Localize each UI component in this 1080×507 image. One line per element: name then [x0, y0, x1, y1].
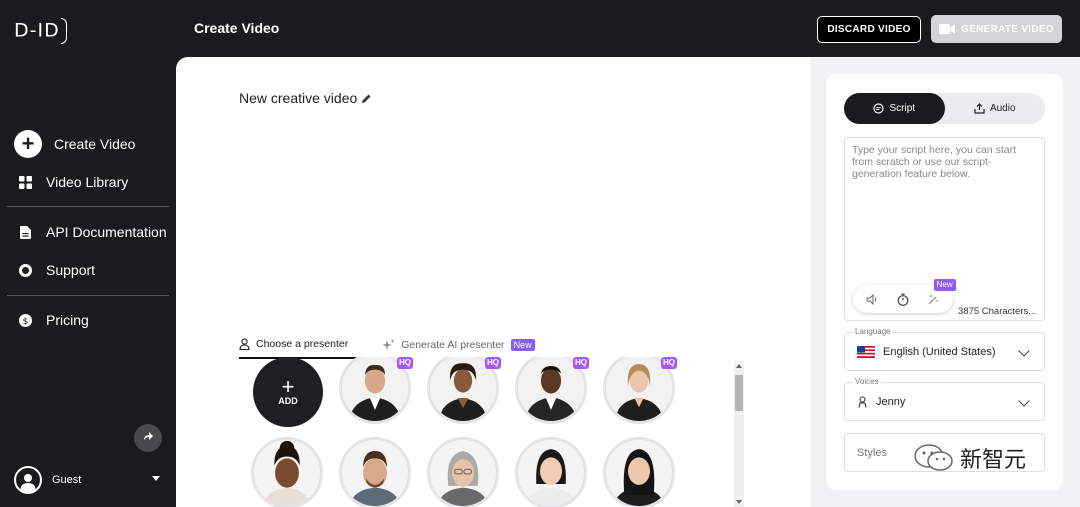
presenter-tabs: Choose a presenter Generate AI presenter…	[239, 338, 535, 359]
user-menu[interactable]: Guest	[14, 466, 81, 494]
language-legend: Language	[853, 327, 893, 336]
video-title-text: New creative video	[239, 90, 358, 106]
styles-placeholder: Styles	[857, 446, 887, 459]
plus-circle-icon: +	[14, 130, 42, 158]
tab-audio[interactable]: Audio	[945, 93, 1046, 124]
chat-bubble-icon	[873, 103, 885, 114]
us-flag-icon	[857, 345, 875, 358]
sidebar-item-label: Create Video	[54, 136, 136, 152]
hq-badge: HQ	[397, 357, 413, 369]
sidebar-item-api-documentation[interactable]: API Documentation	[14, 221, 167, 243]
sparkle-icon	[382, 339, 395, 350]
presenter-avatar[interactable]	[515, 437, 587, 507]
chevron-down-icon	[1018, 345, 1030, 357]
new-badge: New	[933, 279, 956, 291]
page-title: Create Video	[194, 20, 280, 36]
generate-video-button[interactable]: GENERATE VIDEO	[931, 15, 1062, 43]
sidebar-item-label: Pricing	[46, 312, 89, 328]
sidebar-item-create-video[interactable]: + Create Video	[14, 130, 135, 158]
sidebar-item-video-library[interactable]: Video Library	[14, 171, 128, 193]
add-label: ADD	[278, 396, 298, 406]
logo-bracket	[60, 18, 67, 44]
scroll-up-arrow-icon[interactable]	[736, 364, 742, 368]
timer-icon[interactable]	[893, 289, 913, 309]
sidebar-item-support[interactable]: Support	[14, 259, 95, 281]
add-presenter-button[interactable]: + ADD	[253, 357, 323, 427]
hq-badge: HQ	[485, 357, 501, 369]
user-name: Guest	[52, 474, 82, 486]
sidebar-item-label: Video Library	[46, 174, 129, 190]
tab-choose-presenter[interactable]: Choose a presenter	[239, 338, 361, 359]
watermark-logo: 新智元	[912, 442, 1026, 474]
document-icon	[14, 221, 36, 243]
scroll-down-arrow-icon[interactable]	[736, 500, 742, 504]
tab-script[interactable]: Script	[844, 93, 945, 124]
wechat-icon	[914, 444, 953, 471]
ai-script-wand-icon[interactable]: New	[924, 279, 956, 309]
generate-video-label: GENERATE VIDEO	[961, 23, 1054, 35]
pencil-edit-icon[interactable]	[361, 93, 372, 104]
dollar-circle-icon: $	[14, 309, 36, 331]
video-title[interactable]: New creative video	[239, 90, 372, 106]
video-camera-icon	[939, 24, 956, 34]
sidebar: D-ID + Create Video Video Library API Do…	[0, 0, 176, 507]
sidebar-item-label: Support	[46, 262, 96, 278]
user-avatar-icon	[14, 466, 42, 494]
character-count: 3875 Characters...	[958, 306, 1037, 317]
discard-video-button[interactable]: DISCARD VIDEO	[817, 16, 921, 43]
app-root: D-ID + Create Video Video Library API Do…	[0, 0, 1080, 507]
script-tools-bar: New	[853, 279, 956, 313]
logo-text: D-ID	[14, 19, 60, 42]
presenter-scrollbar[interactable]	[734, 361, 744, 507]
tab-label: Choose a presenter	[256, 338, 349, 350]
sidebar-divider	[7, 206, 169, 207]
tab-label: Generate AI presenter	[401, 339, 505, 351]
tab-generate-ai-presenter[interactable]: Generate AI presenter New	[382, 338, 535, 359]
voice-select[interactable]: Voices Jenny	[844, 377, 1045, 421]
script-input[interactable]	[852, 144, 1037, 279]
plus-icon: +	[281, 374, 295, 399]
speaker-icon[interactable]	[862, 289, 882, 309]
presenter-avatar[interactable]	[603, 437, 675, 507]
lifebuoy-icon	[14, 259, 36, 281]
main-canvas-panel: New creative video Choose a presenter Ge…	[176, 57, 810, 507]
hq-badge: HQ	[573, 357, 589, 369]
scroll-thumb[interactable]	[735, 375, 743, 411]
sidebar-divider	[7, 295, 169, 296]
grid-icon	[14, 171, 36, 193]
language-value: English (United States)	[883, 345, 996, 358]
sidebar-item-pricing[interactable]: $ Pricing	[14, 309, 89, 331]
presenter-avatar[interactable]	[251, 437, 323, 507]
hq-badge: HQ	[661, 357, 677, 369]
share-arrow-icon	[144, 432, 153, 440]
person-icon	[239, 338, 250, 350]
voices-legend: Voices	[853, 377, 881, 386]
tab-label: Script	[889, 103, 916, 114]
script-audio-toggle: Script Audio	[844, 93, 1045, 124]
voice-value: Jenny	[876, 395, 906, 408]
sidebar-item-label: API Documentation	[46, 224, 167, 240]
did-logo[interactable]: D-ID	[14, 18, 67, 44]
new-badge: New	[510, 339, 535, 351]
chevron-down-icon	[1018, 395, 1030, 407]
presenter-avatar[interactable]	[339, 437, 411, 507]
presenter-grid: + ADD HQ HQ HQ HQ	[239, 357, 734, 507]
voice-person-icon	[858, 395, 867, 408]
language-select[interactable]: Language English (United States)	[844, 327, 1045, 371]
tab-label: Audio	[989, 103, 1016, 114]
chevron-down-icon[interactable]	[152, 476, 160, 481]
svg-text:$: $	[22, 317, 28, 327]
presenter-avatar[interactable]	[427, 437, 499, 507]
watermark-text: 新智元	[960, 448, 1027, 473]
upload-icon	[974, 103, 985, 114]
collapse-sidebar-button[interactable]	[134, 424, 162, 452]
